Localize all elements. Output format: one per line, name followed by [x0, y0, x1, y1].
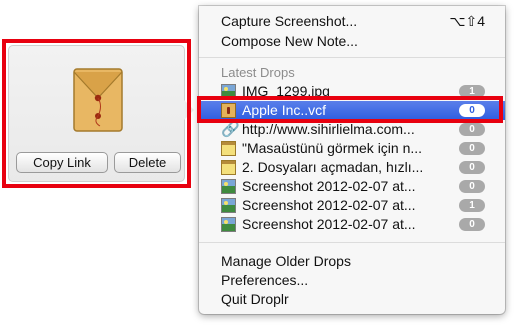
drop-label: Screenshot 2012-02-07 at...	[242, 216, 416, 232]
drop-item[interactable]: Screenshot 2012-02-07 at... 1	[199, 196, 505, 215]
latest-drops-heading: Latest Drops	[221, 65, 295, 80]
note-icon	[221, 141, 236, 156]
quit-label: Quit Droplr	[221, 291, 289, 307]
drop-count-badge: 0	[459, 161, 485, 174]
drop-count-badge: 0	[459, 123, 485, 136]
capture-shortcut: ⌥⇧4	[449, 13, 485, 29]
drop-item[interactable]: Screenshot 2012-02-07 at... 0	[199, 215, 505, 234]
drop-label: 2. Dosyaları açmadan, hızlı...	[242, 159, 424, 175]
drop-item[interactable]: "Masaüstünü görmek için n... 0	[199, 139, 505, 158]
compose-note-item[interactable]: Compose New Note...	[199, 32, 505, 51]
capture-screenshot-label: Capture Screenshot...	[221, 13, 358, 29]
image-icon	[221, 217, 236, 232]
drop-label: "Masaüstünü görmek için n...	[242, 140, 423, 156]
drop-item[interactable]: 2. Dosyaları açmadan, hızlı... 0	[199, 158, 505, 177]
preferences-label: Preferences...	[221, 272, 309, 288]
droplr-menu: Capture Screenshot... ⌥⇧4 Compose New No…	[199, 6, 505, 314]
note-icon	[221, 160, 236, 175]
preferences-item[interactable]: Preferences...	[199, 271, 505, 290]
compose-note-label: Compose New Note...	[221, 33, 358, 49]
drop-label: Screenshot 2012-02-07 at...	[242, 197, 416, 213]
image-icon	[221, 179, 236, 194]
quit-item[interactable]: Quit Droplr	[199, 290, 505, 309]
menu-separator	[199, 242, 505, 243]
link-icon: 🔗	[221, 121, 240, 138]
drop-label: Screenshot 2012-02-07 at...	[242, 178, 416, 194]
manage-older-drops-item[interactable]: Manage Older Drops	[199, 252, 505, 271]
image-icon	[221, 198, 236, 213]
drop-count-badge: 1	[459, 199, 485, 212]
drop-count-badge: 0	[459, 218, 485, 231]
drop-count-badge: 0	[459, 142, 485, 155]
selected-item-highlight-frame	[197, 96, 503, 123]
drop-item[interactable]: Screenshot 2012-02-07 at... 0	[199, 177, 505, 196]
manage-older-drops-label: Manage Older Drops	[221, 253, 351, 269]
preview-highlight-frame	[2, 39, 191, 188]
capture-screenshot-item[interactable]: Capture Screenshot... ⌥⇧4	[199, 12, 505, 31]
drop-count-badge: 0	[459, 180, 485, 193]
menu-separator	[199, 57, 505, 58]
